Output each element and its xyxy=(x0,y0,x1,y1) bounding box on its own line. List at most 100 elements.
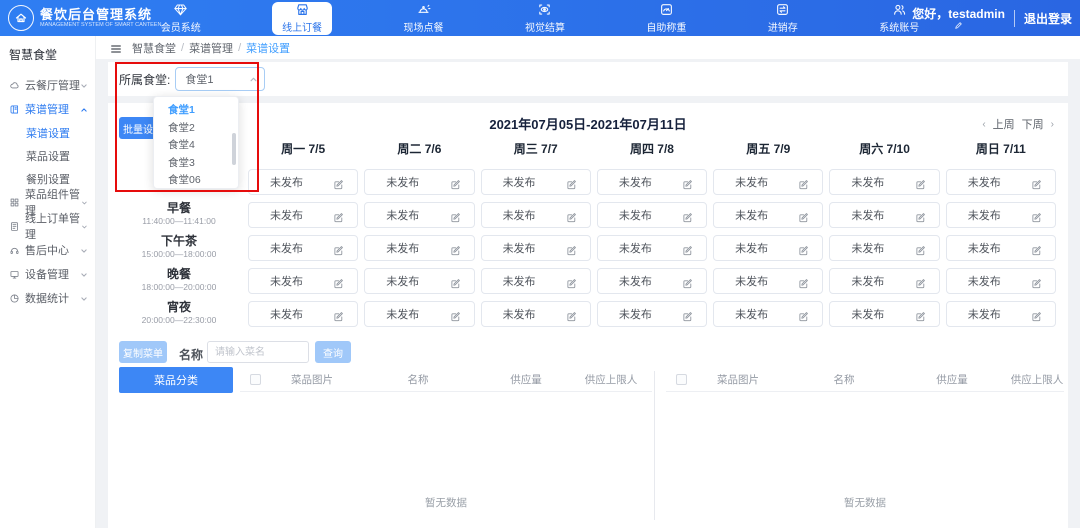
canteen-option-2[interactable]: 食堂2 xyxy=(154,119,238,137)
sidebar-item-6[interactable]: 设备管理 xyxy=(0,262,95,286)
edit-square-icon[interactable] xyxy=(450,276,461,287)
breadcrumb-item-2[interactable]: 菜谱管理 xyxy=(189,40,233,56)
edit-square-icon[interactable] xyxy=(1031,210,1042,221)
edit-square-icon[interactable] xyxy=(1031,177,1042,188)
edit-square-icon[interactable] xyxy=(1031,276,1042,287)
menu-cell-r2-c4[interactable]: 未发布 xyxy=(597,202,707,228)
copy-menu-button[interactable]: 复制菜单 xyxy=(119,341,167,363)
canteen-option-5[interactable]: 食堂06 xyxy=(154,171,238,189)
edit-square-icon[interactable] xyxy=(566,210,577,221)
edit-square-icon[interactable] xyxy=(798,243,809,254)
menu-cell-r5-c3[interactable]: 未发布 xyxy=(481,301,591,327)
canteen-option-4[interactable]: 食堂3 xyxy=(154,154,238,172)
select-all-checkbox[interactable] xyxy=(676,374,687,385)
edit-square-icon[interactable] xyxy=(1031,243,1042,254)
menu-cell-r5-c6[interactable]: 未发布 xyxy=(829,301,939,327)
edit-square-icon[interactable] xyxy=(333,276,344,287)
nav-item-1[interactable]: 会员系统 xyxy=(151,1,211,35)
edit-square-icon[interactable] xyxy=(682,243,693,254)
menu-cell-r4-c6[interactable]: 未发布 xyxy=(829,268,939,294)
menu-cell-r3-c4[interactable]: 未发布 xyxy=(597,235,707,261)
sidebar-subitem-2-1[interactable]: 菜谱设置 xyxy=(0,121,95,144)
next-week-link[interactable]: 下周 xyxy=(1022,116,1044,132)
menu-cell-r1-c3[interactable]: 未发布 xyxy=(481,169,591,195)
menu-cell-r4-c7[interactable]: 未发布 xyxy=(946,268,1056,294)
sidebar-subitem-2-2[interactable]: 菜品设置 xyxy=(0,144,95,167)
menu-cell-r4-c1[interactable]: 未发布 xyxy=(248,268,358,294)
menu-cell-r1-c1[interactable]: 未发布 xyxy=(248,169,358,195)
menu-cell-r1-c5[interactable]: 未发布 xyxy=(713,169,823,195)
edit-square-icon[interactable] xyxy=(333,309,344,320)
edit-square-icon[interactable] xyxy=(682,309,693,320)
menu-cell-r1-c2[interactable]: 未发布 xyxy=(364,169,474,195)
sidebar-collapse-icon[interactable] xyxy=(110,42,122,54)
logout-button[interactable]: 退出登录 xyxy=(1014,10,1072,27)
menu-cell-r2-c1[interactable]: 未发布 xyxy=(248,202,358,228)
edit-square-icon[interactable] xyxy=(1031,309,1042,320)
edit-square-icon[interactable] xyxy=(450,177,461,188)
edit-square-icon[interactable] xyxy=(333,243,344,254)
edit-square-icon[interactable] xyxy=(915,309,926,320)
edit-square-icon[interactable] xyxy=(333,177,344,188)
sidebar-item-4[interactable]: 线上订单管理 xyxy=(0,214,95,238)
menu-cell-r1-c7[interactable]: 未发布 xyxy=(946,169,1056,195)
dish-name-input[interactable] xyxy=(207,341,309,363)
menu-cell-r5-c4[interactable]: 未发布 xyxy=(597,301,707,327)
canteen-select[interactable]: 食堂1 xyxy=(175,67,265,91)
menu-cell-r4-c5[interactable]: 未发布 xyxy=(713,268,823,294)
menu-cell-r3-c1[interactable]: 未发布 xyxy=(248,235,358,261)
edit-square-icon[interactable] xyxy=(915,243,926,254)
edit-square-icon[interactable] xyxy=(682,177,693,188)
edit-pencil-icon[interactable] xyxy=(954,20,963,29)
menu-cell-r2-c7[interactable]: 未发布 xyxy=(946,202,1056,228)
edit-square-icon[interactable] xyxy=(566,243,577,254)
menu-cell-r5-c1[interactable]: 未发布 xyxy=(248,301,358,327)
sidebar-item-7[interactable]: 数据统计 xyxy=(0,286,95,310)
edit-square-icon[interactable] xyxy=(915,210,926,221)
edit-square-icon[interactable] xyxy=(450,210,461,221)
edit-square-icon[interactable] xyxy=(682,210,693,221)
edit-square-icon[interactable] xyxy=(915,177,926,188)
nav-item-5[interactable]: 自助称重 xyxy=(636,1,696,35)
menu-cell-r3-c6[interactable]: 未发布 xyxy=(829,235,939,261)
menu-cell-r4-c4[interactable]: 未发布 xyxy=(597,268,707,294)
prev-arrow-icon[interactable]: ‹ xyxy=(982,119,985,130)
menu-cell-r3-c5[interactable]: 未发布 xyxy=(713,235,823,261)
menu-cell-r4-c2[interactable]: 未发布 xyxy=(364,268,474,294)
sidebar-item-2[interactable]: 菜谱管理 xyxy=(0,97,95,121)
menu-cell-r2-c2[interactable]: 未发布 xyxy=(364,202,474,228)
menu-cell-r2-c3[interactable]: 未发布 xyxy=(481,202,591,228)
edit-square-icon[interactable] xyxy=(798,210,809,221)
edit-square-icon[interactable] xyxy=(798,177,809,188)
menu-cell-r5-c5[interactable]: 未发布 xyxy=(713,301,823,327)
edit-square-icon[interactable] xyxy=(566,276,577,287)
menu-cell-r3-c3[interactable]: 未发布 xyxy=(481,235,591,261)
search-button[interactable]: 查询 xyxy=(315,341,351,363)
edit-square-icon[interactable] xyxy=(566,177,577,188)
edit-square-icon[interactable] xyxy=(915,276,926,287)
menu-cell-r5-c2[interactable]: 未发布 xyxy=(364,301,474,327)
menu-cell-r1-c6[interactable]: 未发布 xyxy=(829,169,939,195)
edit-square-icon[interactable] xyxy=(798,309,809,320)
menu-cell-r4-c3[interactable]: 未发布 xyxy=(481,268,591,294)
prev-week-link[interactable]: 上周 xyxy=(993,116,1015,132)
breadcrumb-item-1[interactable]: 智慧食堂 xyxy=(132,40,176,56)
sidebar-item-1[interactable]: 云餐厅管理 xyxy=(0,73,95,97)
menu-cell-r2-c6[interactable]: 未发布 xyxy=(829,202,939,228)
nav-item-4[interactable]: 视觉结算 xyxy=(515,1,575,35)
edit-square-icon[interactable] xyxy=(450,243,461,254)
edit-square-icon[interactable] xyxy=(798,276,809,287)
menu-cell-r1-c4[interactable]: 未发布 xyxy=(597,169,707,195)
edit-square-icon[interactable] xyxy=(333,210,344,221)
dish-category-tab[interactable]: 菜品分类 xyxy=(119,367,233,393)
edit-square-icon[interactable] xyxy=(450,309,461,320)
edit-square-icon[interactable] xyxy=(682,276,693,287)
nav-item-3[interactable]: 现场点餐 xyxy=(394,1,454,35)
nav-item-6[interactable]: 进销存 xyxy=(758,1,808,35)
canteen-option-3[interactable]: 食堂4 xyxy=(154,136,238,154)
menu-cell-r3-c2[interactable]: 未发布 xyxy=(364,235,474,261)
menu-cell-r2-c5[interactable]: 未发布 xyxy=(713,202,823,228)
menu-cell-r5-c7[interactable]: 未发布 xyxy=(946,301,1056,327)
canteen-option-1[interactable]: 食堂1 xyxy=(154,101,238,119)
menu-cell-r3-c7[interactable]: 未发布 xyxy=(946,235,1056,261)
